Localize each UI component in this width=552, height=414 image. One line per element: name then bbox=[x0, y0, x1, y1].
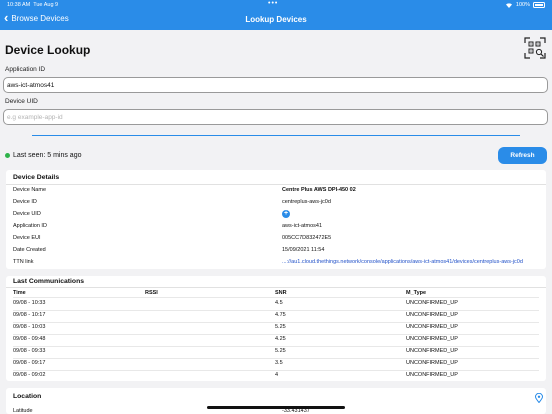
location-title: Location bbox=[13, 393, 42, 400]
detail-row-device-id: Device ID centreplus-aws-jc0d bbox=[13, 199, 331, 205]
multitask-dots-icon[interactable]: ••• bbox=[268, 0, 278, 7]
status-right: 100% bbox=[505, 2, 545, 8]
nav-title: Lookup Devices bbox=[245, 15, 307, 24]
column-header-time: Time bbox=[13, 290, 26, 296]
wifi-icon bbox=[505, 3, 512, 8]
detail-row-application-id: Application ID aws-ict-atmos41 bbox=[13, 223, 323, 229]
online-status-icon bbox=[5, 153, 10, 158]
status-time: 10:38 AM Tue Aug 9 bbox=[7, 2, 59, 8]
card-divider bbox=[6, 184, 546, 185]
add-device-uid-icon[interactable]: + bbox=[282, 210, 290, 218]
table-row: 09/08 - 09:02 4 UNCONFIRMED_UP bbox=[13, 372, 458, 378]
last-communications-title: Last Communications bbox=[13, 278, 84, 285]
device-details-card: Device Details Device Name Centre Plus A… bbox=[6, 170, 546, 269]
refresh-button[interactable]: Refresh bbox=[498, 147, 547, 164]
home-indicator[interactable] bbox=[207, 406, 345, 409]
column-header-snr: SNR bbox=[275, 290, 287, 296]
table-divider bbox=[13, 358, 539, 359]
last-communications-card: Last Communications Time RSSI SNR M_Type… bbox=[6, 276, 546, 381]
table-divider bbox=[13, 334, 539, 335]
device-uid-input[interactable] bbox=[3, 109, 548, 125]
application-id-label: Application ID bbox=[5, 66, 46, 73]
last-seen-text: Last seen: 5 mins ago bbox=[13, 152, 82, 159]
detail-row-date-created: Date Created 15/09/2021 11:54 bbox=[13, 247, 325, 253]
ttn-link[interactable]: ...://au1.cloud.thethings.network/consol… bbox=[282, 259, 523, 265]
table-divider bbox=[13, 322, 539, 323]
table-divider bbox=[13, 370, 539, 371]
map-pin-icon[interactable] bbox=[534, 393, 544, 403]
battery-percent: 100% bbox=[515, 2, 530, 8]
table-divider bbox=[13, 346, 539, 347]
location-card: Location Latitude -33.431437 bbox=[6, 388, 546, 414]
application-id-input[interactable] bbox=[3, 77, 548, 93]
device-details-title: Device Details bbox=[13, 174, 60, 181]
loading-progress-bar bbox=[32, 135, 520, 136]
top-bar: 10:38 AM Tue Aug 9 ••• 100% ‹ Browse Dev… bbox=[0, 0, 552, 30]
device-uid-label: Device UID bbox=[5, 98, 38, 105]
navigation-bar: ‹ Browse Devices Lookup Devices bbox=[0, 11, 552, 29]
detail-row-device-uid: Device UID + bbox=[13, 210, 290, 218]
last-seen-status: Last seen: 5 mins ago bbox=[5, 152, 82, 159]
qr-scan-icon[interactable] bbox=[524, 37, 546, 59]
card-divider bbox=[6, 287, 546, 288]
table-divider bbox=[13, 297, 539, 298]
table-divider bbox=[13, 310, 539, 311]
loading-progress-fill bbox=[32, 135, 520, 136]
detail-row-device-eui: Device EUI 005CC7D832472E5 bbox=[13, 235, 332, 241]
status-bar: 10:38 AM Tue Aug 9 ••• 100% bbox=[0, 0, 552, 10]
column-header-rssi: RSSI bbox=[145, 290, 158, 296]
detail-row-ttn-link: TTN link ...://au1.cloud.thethings.netwo… bbox=[13, 259, 523, 265]
battery-icon bbox=[533, 2, 545, 8]
page-title: Device Lookup bbox=[5, 43, 91, 57]
column-header-mtype: M_Type bbox=[406, 290, 427, 296]
detail-row-device-name: Device Name Centre Plus AWS DPI-450 02 bbox=[13, 187, 356, 193]
